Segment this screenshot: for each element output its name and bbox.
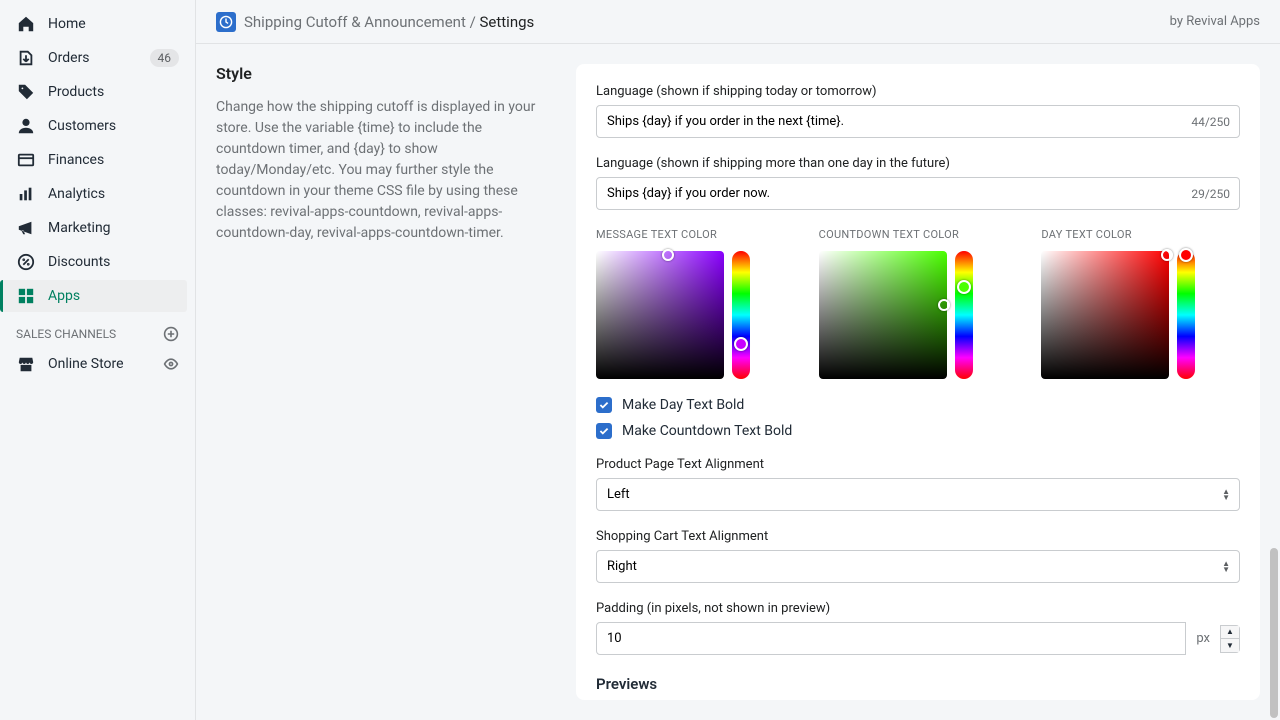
nav-label: Discounts	[48, 254, 179, 270]
breadcrumb-parent[interactable]: Shipping Cutoff & Announcement	[244, 13, 466, 31]
padding-stepper[interactable]: ▲ ▼	[1220, 625, 1240, 653]
product-align-label: Product Page Text Alignment	[596, 457, 1240, 472]
nav-label: Marketing	[48, 220, 179, 236]
day-bold-label: Make Day Text Bold	[622, 397, 744, 413]
apps-icon	[16, 286, 36, 306]
section-label: SALES CHANNELS	[16, 327, 116, 341]
finances-icon	[16, 150, 36, 170]
customers-icon	[16, 116, 36, 136]
attribution: by Revival Apps	[1170, 14, 1260, 29]
cart-align-label: Shopping Cart Text Alignment	[596, 529, 1240, 544]
stepper-down-icon[interactable]: ▼	[1221, 639, 1239, 652]
countdown-bold-label: Make Countdown Text Bold	[622, 423, 792, 439]
countdown-color-label: COUNTDOWN TEXT COLOR	[819, 228, 1018, 241]
nav-discounts[interactable]: Discounts	[8, 246, 187, 278]
nav-orders[interactable]: Orders 46	[8, 42, 187, 74]
nav-label: Home	[48, 16, 179, 32]
cart-align-select[interactable]: Right	[596, 550, 1240, 583]
scrollbar[interactable]	[1270, 48, 1278, 718]
add-channel-icon[interactable]	[163, 326, 179, 342]
nav-label: Orders	[48, 50, 150, 66]
countdown-hue-bar[interactable]	[955, 251, 973, 379]
home-icon	[16, 14, 36, 34]
nav-label: Products	[48, 84, 179, 100]
settings-panel: Language (shown if shipping today or tom…	[576, 64, 1260, 700]
product-align-select[interactable]: Left	[596, 478, 1240, 511]
nav-label: Customers	[48, 118, 179, 134]
lang2-char-count: 29/250	[1191, 187, 1230, 201]
app-logo-icon	[216, 12, 236, 32]
view-store-icon[interactable]	[163, 356, 179, 372]
discounts-icon	[16, 252, 36, 272]
store-icon	[16, 354, 36, 374]
lang1-label: Language (shown if shipping today or tom…	[596, 84, 1240, 99]
nav-customers[interactable]: Customers	[8, 110, 187, 142]
countdown-saturation-area[interactable]	[819, 251, 947, 379]
nav-apps[interactable]: Apps	[0, 280, 187, 312]
section-title: Style	[216, 64, 546, 83]
breadcrumb-current: Settings	[480, 13, 535, 31]
orders-icon	[16, 48, 36, 68]
padding-unit: px	[1186, 631, 1220, 646]
nav-label: Finances	[48, 152, 179, 168]
day-color-label: DAY TEXT COLOR	[1041, 228, 1240, 241]
countdown-bold-checkbox-row[interactable]: Make Countdown Text Bold	[596, 423, 1240, 439]
scrollbar-thumb[interactable]	[1270, 548, 1278, 718]
content: Style Change how the shipping cutoff is …	[196, 44, 1280, 720]
nav-products[interactable]: Products	[8, 76, 187, 108]
marketing-icon	[16, 218, 36, 238]
sidebar: Home Orders 46 Products Customers Financ…	[0, 0, 195, 720]
orders-badge: 46	[150, 49, 180, 67]
message-color-picker[interactable]	[596, 251, 795, 379]
day-color-picker[interactable]	[1041, 251, 1240, 379]
sales-channels-header: SALES CHANNELS	[8, 314, 187, 348]
analytics-icon	[16, 184, 36, 204]
nav-online-store[interactable]: Online Store	[8, 348, 187, 380]
nav-label: Analytics	[48, 186, 179, 202]
countdown-color-picker[interactable]	[819, 251, 1018, 379]
lang2-input[interactable]	[596, 177, 1240, 210]
products-icon	[16, 82, 36, 102]
page-header: Shipping Cutoff & Announcement / Setting…	[196, 0, 1280, 44]
nav-label: Apps	[48, 288, 179, 304]
lang1-input[interactable]	[596, 105, 1240, 138]
lang1-char-count: 44/250	[1191, 115, 1230, 129]
stepper-up-icon[interactable]: ▲	[1221, 626, 1239, 639]
section-description: Style Change how the shipping cutoff is …	[216, 64, 556, 700]
padding-label: Padding (in pixels, not shown in preview…	[596, 601, 1240, 616]
checkbox-checked-icon[interactable]	[596, 423, 612, 439]
nav-analytics[interactable]: Analytics	[8, 178, 187, 210]
message-color-label: MESSAGE TEXT COLOR	[596, 228, 795, 241]
message-saturation-area[interactable]	[596, 251, 724, 379]
message-hue-bar[interactable]	[732, 251, 750, 379]
checkbox-checked-icon[interactable]	[596, 397, 612, 413]
lang2-label: Language (shown if shipping more than on…	[596, 156, 1240, 171]
section-help: Change how the shipping cutoff is displa…	[216, 97, 546, 244]
nav-home[interactable]: Home	[8, 8, 187, 40]
day-saturation-area[interactable]	[1041, 251, 1169, 379]
nav-marketing[interactable]: Marketing	[8, 212, 187, 244]
padding-input[interactable]	[596, 622, 1186, 655]
day-hue-bar[interactable]	[1177, 251, 1195, 379]
nav-finances[interactable]: Finances	[8, 144, 187, 176]
main: Shipping Cutoff & Announcement / Setting…	[195, 0, 1280, 720]
breadcrumb: Shipping Cutoff & Announcement / Setting…	[244, 13, 534, 31]
nav-label: Online Store	[48, 356, 163, 372]
day-bold-checkbox-row[interactable]: Make Day Text Bold	[596, 397, 1240, 413]
previews-title: Previews	[596, 675, 1240, 693]
